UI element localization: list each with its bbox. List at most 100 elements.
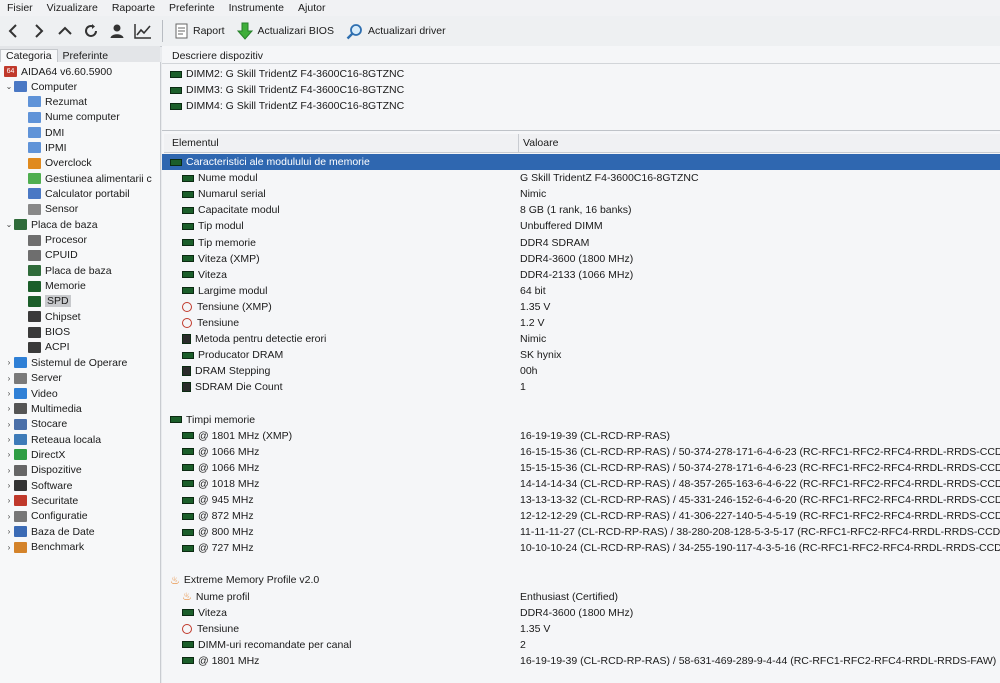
tab-favorites[interactable]: Preferinte xyxy=(58,50,114,62)
chevron-right-icon[interactable]: › xyxy=(4,481,14,490)
tree-item[interactable]: Overclock xyxy=(28,156,92,171)
section-header-row[interactable]: ♨ Extreme Memory Profile v2.0 xyxy=(162,572,1000,588)
table-row[interactable]: Viteza DDR4-3600 (1800 MHz) xyxy=(162,605,1000,621)
table-row[interactable]: @ 800 MHz 11-11-11-27 (CL-RCD-RP-RAS) / 3… xyxy=(162,524,1000,540)
tree-item[interactable]: › Configuratie xyxy=(4,509,88,524)
table-row[interactable]: Producator DRAM SK hynix xyxy=(162,347,1000,363)
chevron-right-icon[interactable]: › xyxy=(4,404,14,413)
section-header-row[interactable]: Timpi memorie xyxy=(162,412,1000,428)
tree-item[interactable]: Rezumat xyxy=(28,94,87,109)
menu-tools[interactable]: Instrumente xyxy=(222,2,291,14)
table-row[interactable]: DIMM-uri recomandate per canal 2 xyxy=(162,637,1000,653)
tree-item[interactable]: › Stocare xyxy=(4,417,68,432)
tree-item[interactable]: Nume computer xyxy=(28,110,120,125)
tree-item[interactable]: › Multimedia xyxy=(4,401,82,416)
table-row[interactable]: Tip modul Unbuffered DIMM xyxy=(162,218,1000,234)
table-row[interactable]: Nume modul G Skill TridentZ F4-3600C16-8G… xyxy=(162,170,1000,186)
chevron-down-icon[interactable]: ⌄ xyxy=(4,82,14,91)
table-row[interactable]: @ 872 MHz 12-12-12-29 (CL-RCD-RP-RAS) / 4… xyxy=(162,508,1000,524)
tree-item[interactable]: SPD xyxy=(28,294,71,309)
menu-view[interactable]: Vizualizare xyxy=(40,2,105,14)
chart-button[interactable] xyxy=(130,18,156,44)
user-button[interactable] xyxy=(104,18,130,44)
tree-item[interactable]: Memorie xyxy=(28,279,86,294)
menu-reports[interactable]: Rapoarte xyxy=(105,2,162,14)
device-item[interactable]: DIMM4: G Skill TridentZ F4-3600C16-8GTZN… xyxy=(170,99,404,113)
table-row[interactable]: SDRAM Die Count 1 xyxy=(162,379,1000,395)
table-row[interactable]: Metoda pentru detectie erori Nimic xyxy=(162,331,1000,347)
table-row[interactable]: @ 1801 MHz 16-19-19-39 (CL-RCD-RP-RAS) / … xyxy=(162,653,1000,669)
tree-item[interactable]: Procesor xyxy=(28,233,87,248)
menu-help[interactable]: Ajutor xyxy=(291,2,332,14)
table-row[interactable]: ♨ Nume profil Enthusiast (Certified) xyxy=(162,589,1000,605)
back-button[interactable] xyxy=(0,18,26,44)
column-header-field[interactable]: Elementul xyxy=(172,137,219,149)
bios-update-button[interactable]: Actualizari BIOS xyxy=(231,22,340,40)
tab-category[interactable]: Categoria xyxy=(0,49,58,62)
chevron-right-icon[interactable]: › xyxy=(4,512,14,521)
tree-item[interactable]: Placa de baza xyxy=(28,263,112,278)
tree-item[interactable]: Chipset xyxy=(28,309,81,324)
tree-item[interactable]: › Software xyxy=(4,478,73,493)
table-row[interactable]: Tensiune 1.35 V xyxy=(162,621,1000,637)
tree-item[interactable]: Sensor xyxy=(28,202,78,217)
table-row[interactable]: @ 727 MHz 10-10-10-24 (CL-RCD-RP-RAS) / 3… xyxy=(162,540,1000,556)
table-row[interactable]: Tensiune 1.2 V xyxy=(162,315,1000,331)
table-row[interactable]: @ 1066 MHz 16-15-15-36 (CL-RCD-RP-RAS) / … xyxy=(162,444,1000,460)
tree-item[interactable]: DMI xyxy=(28,125,64,140)
menu-file[interactable]: Fisier xyxy=(0,2,40,14)
chevron-right-icon[interactable]: › xyxy=(4,466,14,475)
tree-item[interactable]: ⌄ Computer xyxy=(4,79,77,94)
menu-favorites[interactable]: Preferinte xyxy=(162,2,222,14)
tree-item[interactable]: › Reteaua locala xyxy=(4,432,101,447)
chevron-right-icon[interactable]: › xyxy=(4,450,14,459)
table-row[interactable]: @ 1801 MHz (XMP) 16-19-19-39 (CL-RCD-RP-R… xyxy=(162,428,1000,444)
table-row[interactable]: Tip memorie DDR4 SDRAM xyxy=(162,235,1000,251)
tree-item[interactable]: BIOS xyxy=(28,325,70,340)
tree-item[interactable]: › Dispozitive xyxy=(4,463,82,478)
table-row[interactable]: @ 945 MHz 13-13-13-32 (CL-RCD-RP-RAS) / 4… xyxy=(162,492,1000,508)
tree-item[interactable]: › Benchmark xyxy=(4,540,84,555)
tree-item[interactable]: › Baza de Date xyxy=(4,524,95,539)
tree-item[interactable]: › Server xyxy=(4,371,62,386)
tree-item[interactable]: › Securitate xyxy=(4,493,79,508)
table-row[interactable]: Viteza DDR4-2133 (1066 MHz) xyxy=(162,267,1000,283)
tree-item[interactable]: IPMI xyxy=(28,140,67,155)
section-header-row[interactable]: Caracteristici ale modulului de memorie xyxy=(162,154,1000,170)
table-row[interactable]: @ 1066 MHz 15-15-15-36 (CL-RCD-RP-RAS) / … xyxy=(162,460,1000,476)
tree-item[interactable]: ACPI xyxy=(28,340,70,355)
chevron-right-icon[interactable]: › xyxy=(4,420,14,429)
refresh-button[interactable] xyxy=(78,18,104,44)
chevron-right-icon[interactable]: › xyxy=(4,435,14,444)
up-button[interactable] xyxy=(52,18,78,44)
table-row[interactable]: Largime modul 64 bit xyxy=(162,283,1000,299)
tree-item[interactable]: › DirectX xyxy=(4,447,66,462)
tree-item[interactable]: › Sistemul de Operare xyxy=(4,355,128,370)
table-row[interactable]: @ 1018 MHz 14-14-14-34 (CL-RCD-RP-RAS) / … xyxy=(162,476,1000,492)
chevron-right-icon[interactable]: › xyxy=(4,389,14,398)
tree-item[interactable]: Gestiunea alimentarii c xyxy=(28,171,152,186)
tree-item[interactable]: › Video xyxy=(4,386,58,401)
device-item[interactable]: DIMM2: G Skill TridentZ F4-3600C16-8GTZN… xyxy=(170,67,404,81)
splitter[interactable] xyxy=(162,130,1000,131)
chevron-right-icon[interactable]: › xyxy=(4,496,14,505)
table-row[interactable]: Viteza (XMP) DDR4-3600 (1800 MHz) xyxy=(162,251,1000,267)
tree-item-app[interactable]: 64 AIDA64 v6.60.5900 xyxy=(4,64,112,79)
table-row[interactable]: Numarul serial Nimic xyxy=(162,186,1000,202)
device-item[interactable]: DIMM3: G Skill TridentZ F4-3600C16-8GTZN… xyxy=(170,83,404,97)
table-row[interactable]: DRAM Stepping 00h xyxy=(162,363,1000,379)
table-row[interactable]: Capacitate modul 8 GB (1 rank, 16 banks) xyxy=(162,202,1000,218)
tree-item[interactable]: Calculator portabil xyxy=(28,186,130,201)
driver-update-button[interactable]: Actualizari driver xyxy=(340,23,452,40)
chevron-right-icon[interactable]: › xyxy=(4,358,14,367)
table-row[interactable]: Tensiune (XMP) 1.35 V xyxy=(162,299,1000,315)
report-button[interactable]: Raport xyxy=(169,23,231,39)
column-header-value[interactable]: Valoare xyxy=(518,134,558,152)
chevron-right-icon[interactable]: › xyxy=(4,527,14,536)
forward-button[interactable] xyxy=(26,18,52,44)
chevron-right-icon[interactable]: › xyxy=(4,543,14,552)
chevron-right-icon[interactable]: › xyxy=(4,374,14,383)
chevron-down-icon[interactable]: ⌄ xyxy=(4,220,14,229)
tree-item[interactable]: CPUID xyxy=(28,248,78,263)
tree-item[interactable]: ⌄ Placa de baza xyxy=(4,217,98,232)
